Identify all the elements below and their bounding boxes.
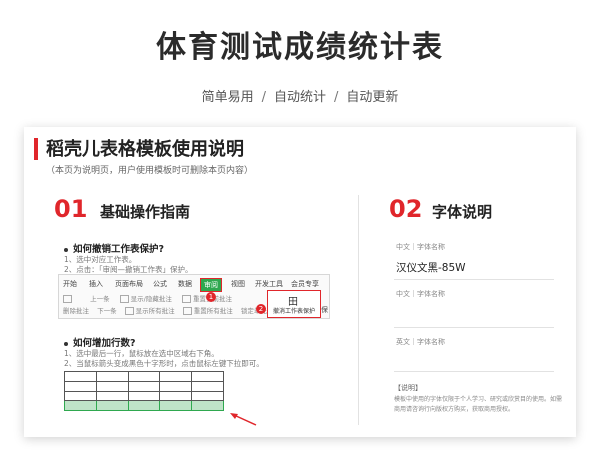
menu-formula[interactable]: 公式 bbox=[153, 279, 167, 289]
prev-comment-button[interactable]: 上一条 bbox=[90, 295, 110, 303]
section2-number: 02 bbox=[389, 195, 423, 223]
step-badge-1: 1 bbox=[206, 292, 216, 302]
reset-all-comments-button[interactable]: 重置所有批注 bbox=[194, 307, 233, 315]
instruction-card: 稻壳儿表格模板使用说明 （本页为说明页，用户使用模板时可删除本页内容） 01 基… bbox=[24, 127, 576, 437]
q2-title: 如何增加行数? bbox=[64, 335, 136, 349]
hero-title: 体育测试成绩统计表 bbox=[156, 30, 444, 65]
feature-list: 简单易用 / 自动统计 / 自动更新 bbox=[0, 86, 600, 105]
menu-data[interactable]: 数据 bbox=[178, 279, 192, 289]
row-grid-example bbox=[64, 371, 224, 411]
next-comment-button[interactable]: 下一条 bbox=[97, 307, 117, 315]
menu-dev-tools[interactable]: 开发工具 bbox=[255, 279, 283, 289]
drag-arrow-icon bbox=[230, 413, 257, 426]
font-field-label-2: 中文｜字体名称 bbox=[396, 290, 445, 298]
comment-icon bbox=[63, 295, 72, 303]
title-accent-bar bbox=[34, 138, 38, 160]
reset-all-icon bbox=[182, 307, 192, 315]
divider bbox=[394, 279, 554, 280]
feature-auto-update: 自动更新 bbox=[346, 90, 399, 105]
table-row bbox=[64, 380, 224, 392]
show-hide-comment-button[interactable]: 显示/隐藏批注 bbox=[131, 295, 172, 303]
show-all-comments-button[interactable]: 显示所有批注 bbox=[136, 307, 175, 315]
font-field-label-3: 英文｜字体名称 bbox=[396, 338, 445, 346]
delete-comment-button[interactable]: 删除批注 bbox=[63, 307, 89, 315]
toggle-comment-icon bbox=[119, 295, 129, 303]
section1-number: 01 bbox=[54, 195, 88, 223]
divider bbox=[394, 327, 554, 328]
column-divider bbox=[358, 195, 359, 425]
unprotect-sheet-button[interactable]: 田 撤消工作表保护 bbox=[267, 290, 321, 318]
q2-step-2: 2、当鼠标箭头变成黑色十字形时，点击鼠标左键下拉即可。 bbox=[64, 359, 264, 368]
unprotect-sheet-label: 撤消工作表保护 bbox=[272, 308, 315, 315]
section2-title: 字体说明 bbox=[432, 203, 493, 221]
feature-easy: 简单易用 bbox=[201, 90, 254, 105]
menu-insert[interactable]: 插入 bbox=[89, 279, 103, 289]
font-field-label-1: 中文｜字体名称 bbox=[396, 243, 445, 251]
feature-auto-stats: 自动统计 bbox=[273, 90, 326, 105]
menu-view[interactable]: 视图 bbox=[231, 279, 245, 289]
separator: / bbox=[261, 90, 266, 105]
font-field-value-1: 汉仪文黑-85W bbox=[396, 262, 466, 274]
note-title: 【说明】 bbox=[394, 384, 422, 392]
ribbon-trailing-text: 保 bbox=[321, 306, 328, 314]
separator: / bbox=[334, 90, 339, 105]
section1-title: 基础操作指南 bbox=[100, 203, 191, 221]
reset-comment-icon bbox=[181, 295, 191, 303]
menu-page-layout[interactable]: 页面布局 bbox=[115, 279, 143, 289]
menu-member[interactable]: 会员专享 bbox=[291, 279, 319, 289]
note-text: 模板中使用的字体仅限于个人学习、研究或欣赏目的使用。如需商用请咨询行向版权方购买… bbox=[394, 396, 563, 413]
selected-row[interactable] bbox=[64, 400, 224, 411]
bullet-icon bbox=[64, 341, 68, 346]
step-badge-2: 2 bbox=[256, 304, 266, 314]
menu-start[interactable]: 开始 bbox=[63, 279, 77, 289]
show-all-icon bbox=[124, 307, 134, 315]
card-title: 稻壳儿表格模板使用说明 bbox=[46, 139, 244, 160]
menu-review[interactable]: 审阅 bbox=[200, 278, 222, 292]
bullet-icon bbox=[64, 247, 68, 252]
table-row bbox=[64, 371, 224, 382]
ribbon-row-2: 删除批注 下一条 显示所有批注 重置所有批注 锁定单元格 bbox=[63, 305, 273, 315]
divider bbox=[394, 371, 554, 372]
q1-title: 如何撤销工作表保护? bbox=[64, 241, 164, 255]
card-note: （本页为说明页，用户使用模板时可删除本页内容） bbox=[46, 166, 254, 176]
table-row bbox=[64, 390, 224, 402]
